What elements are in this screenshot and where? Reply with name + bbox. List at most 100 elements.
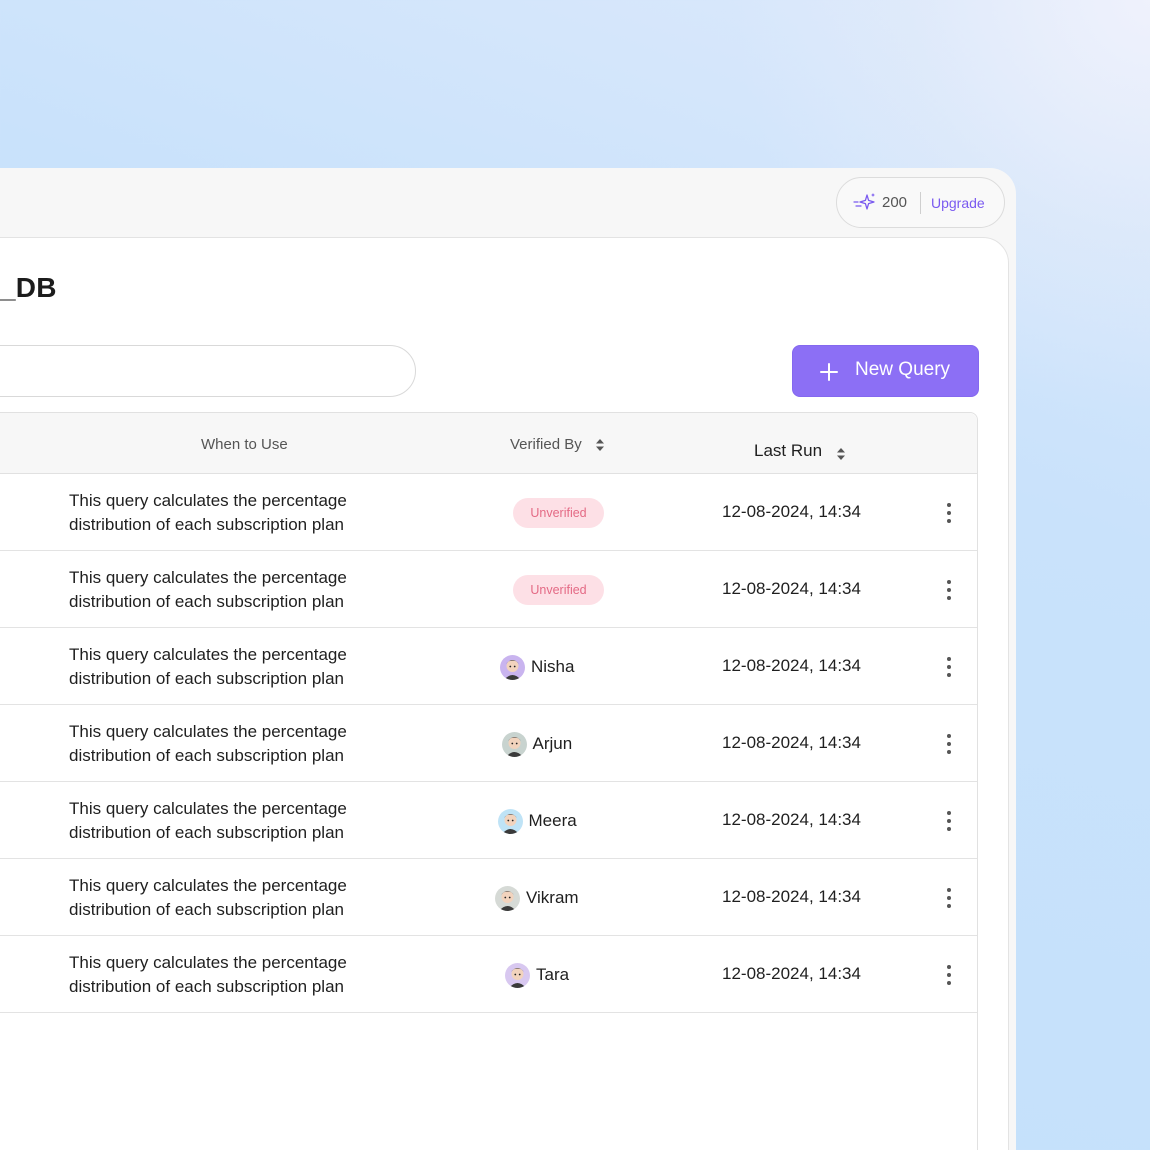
kebab-dot: [947, 673, 951, 677]
avatar: [497, 808, 523, 834]
verifier-name: Vikram: [526, 888, 579, 907]
kebab-dot: [947, 750, 951, 754]
last-run-cell: 12-08-2024, 14:34: [722, 810, 861, 829]
verifier: Vikram: [495, 885, 579, 911]
when-to-use-cell: This query calculates the percentage dist…: [69, 951, 389, 999]
page-title: _DB: [0, 272, 57, 303]
kebab-dot: [947, 580, 951, 584]
when-to-use-cell: This query calculates the percentage dist…: [69, 720, 389, 768]
more-options-icon[interactable]: [939, 578, 959, 602]
new-query-label: New Query: [855, 359, 951, 380]
kebab-dot: [947, 811, 951, 815]
table-row[interactable]: This query calculates the percentage dist…: [0, 782, 977, 859]
kebab-dot: [947, 904, 951, 908]
verifier-name: Arjun: [532, 734, 573, 753]
credits-pill: 200 Upgrade: [836, 177, 1005, 228]
table-row[interactable]: This query calculates the percentage dist…: [0, 551, 977, 628]
kebab-dot: [947, 511, 951, 515]
last-run-cell: 12-08-2024, 14:34: [722, 733, 861, 752]
kebab-dot: [947, 657, 951, 661]
more-options-icon[interactable]: [939, 501, 959, 525]
search-field[interactable]: [0, 345, 416, 397]
avatar: [505, 962, 530, 988]
verifier: Tara: [505, 962, 569, 988]
avatar: [495, 885, 520, 911]
kebab-dot: [947, 596, 951, 600]
verifier-name: Meera: [528, 811, 577, 830]
when-to-use-cell: This query calculates the percentage dist…: [69, 874, 389, 922]
more-options-icon[interactable]: [939, 963, 959, 987]
unverified-badge: Unverified: [513, 498, 604, 528]
queries-table: When to Use Verified By Last Run This qu…: [0, 412, 978, 1150]
description-line: This query calculates the percentage: [69, 491, 347, 510]
kebab-dot: [947, 734, 951, 738]
description-line: This query calculates the percentage: [69, 876, 347, 895]
description-line: This query calculates the percentage: [69, 722, 347, 741]
last-run-cell: 12-08-2024, 14:34: [722, 579, 861, 598]
description-line: distribution of each subscription plan: [69, 746, 344, 765]
description-line: This query calculates the percentage: [69, 799, 347, 818]
kebab-dot: [947, 665, 951, 669]
search-input[interactable]: [0, 346, 415, 396]
more-options-icon[interactable]: [939, 809, 959, 833]
description-line: This query calculates the percentage: [69, 953, 347, 972]
when-to-use-cell: This query calculates the percentage dist…: [69, 643, 389, 691]
when-to-use-cell: This query calculates the percentage dist…: [69, 797, 389, 845]
kebab-dot: [947, 965, 951, 969]
description-line: distribution of each subscription plan: [69, 977, 344, 996]
last-run-cell: 12-08-2024, 14:34: [722, 656, 861, 675]
table-row[interactable]: This query calculates the percentage dist…: [0, 705, 977, 782]
new-query-button[interactable]: New Query: [792, 345, 979, 397]
credits-count: 200: [882, 194, 908, 211]
more-options-icon[interactable]: [939, 886, 959, 910]
more-options-icon[interactable]: [939, 655, 959, 679]
verifier: Arjun: [501, 731, 573, 757]
when-to-use-cell: This query calculates the percentage dist…: [69, 489, 389, 537]
when-to-use-cell: This query calculates the percentage dist…: [69, 566, 389, 614]
more-options-icon[interactable]: [939, 732, 959, 756]
description-line: distribution of each subscription plan: [69, 515, 344, 534]
column-label: Last Run: [754, 441, 823, 460]
column-label: Verified By: [510, 436, 582, 453]
kebab-dot: [947, 819, 951, 823]
avatar: [501, 731, 527, 757]
kebab-dot: [947, 519, 951, 523]
table-row[interactable]: This query calculates the percentage dist…: [0, 628, 977, 705]
description-line: distribution of each subscription plan: [69, 669, 344, 688]
column-header-verified-by[interactable]: Verified By: [510, 436, 604, 453]
verifier-name: Nisha: [531, 657, 575, 676]
kebab-dot: [947, 888, 951, 892]
column-header-when-to-use: When to Use: [201, 436, 288, 453]
last-run-cell: 12-08-2024, 14:34: [722, 887, 861, 906]
table-row[interactable]: This query calculates the percentage dist…: [0, 859, 977, 936]
verifier: Nisha: [500, 654, 574, 680]
avatar: [500, 654, 525, 680]
description-line: distribution of each subscription plan: [69, 592, 344, 611]
kebab-dot: [947, 588, 951, 592]
sort-icon[interactable]: [836, 445, 845, 460]
table-header: When to Use Verified By Last Run: [0, 413, 977, 474]
sparkle-icon: [853, 192, 877, 214]
kebab-dot: [947, 973, 951, 977]
description-line: This query calculates the percentage: [69, 568, 347, 587]
table-row[interactable]: This query calculates the percentage dist…: [0, 474, 977, 551]
table-row[interactable]: This query calculates the percentage dist…: [0, 936, 977, 1013]
description-line: distribution of each subscription plan: [69, 900, 344, 919]
last-run-cell: 12-08-2024, 14:34: [722, 502, 861, 521]
verifier-name: Tara: [536, 965, 570, 984]
kebab-dot: [947, 896, 951, 900]
plus-icon: [819, 362, 839, 382]
kebab-dot: [947, 503, 951, 507]
kebab-dot: [947, 827, 951, 831]
last-run-cell: 12-08-2024, 14:34: [722, 964, 861, 983]
kebab-dot: [947, 742, 951, 746]
column-label: When to Use: [201, 436, 288, 453]
credits-divider: [920, 192, 921, 214]
upgrade-link[interactable]: Upgrade: [931, 195, 985, 211]
column-header-last-run[interactable]: Last Run: [754, 441, 845, 461]
kebab-dot: [947, 981, 951, 985]
unverified-badge: Unverified: [513, 575, 604, 605]
description-line: distribution of each subscription plan: [69, 823, 344, 842]
verifier: Meera: [497, 808, 577, 834]
sort-icon[interactable]: [595, 438, 604, 452]
